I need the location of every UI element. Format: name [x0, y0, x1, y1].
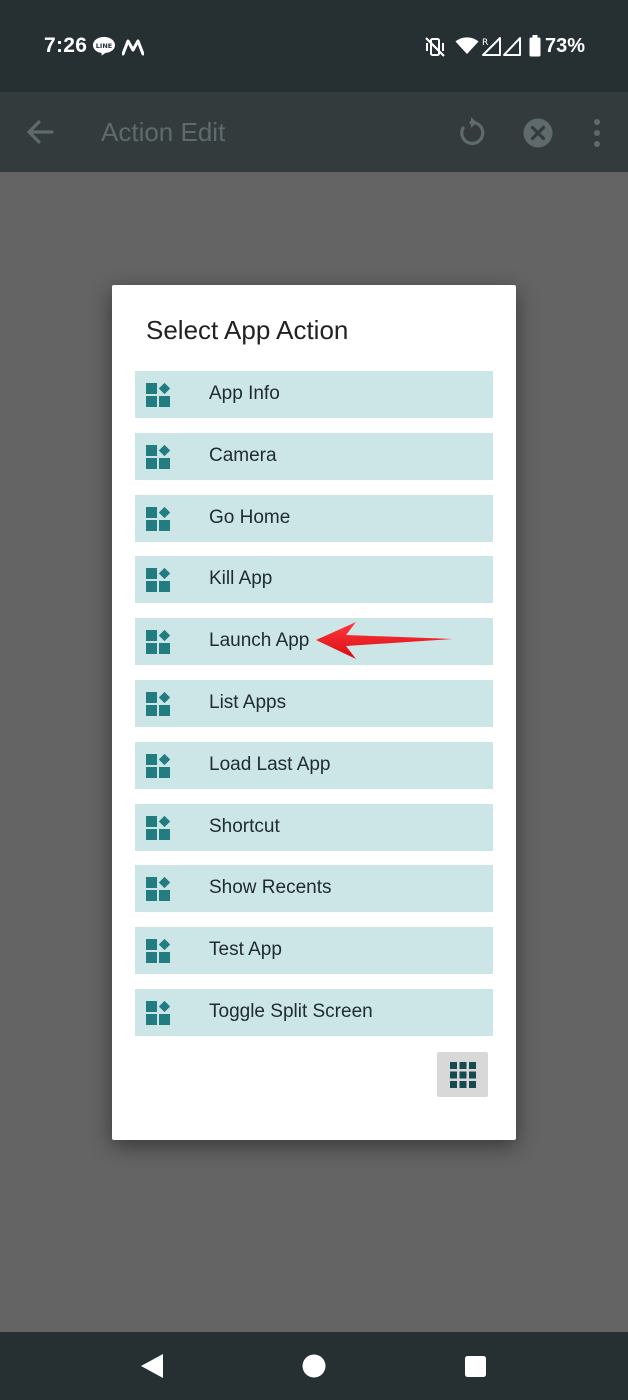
action-item-list-apps[interactable]: List Apps: [135, 679, 493, 727]
grid-icon: [449, 1061, 476, 1088]
action-item-test-app[interactable]: Test App: [135, 927, 493, 975]
status-bar: 7:26 LINE R 73%: [0, 0, 628, 92]
widgets-icon: [146, 753, 171, 778]
app-title: Action Edit: [101, 117, 226, 147]
more-vert-icon[interactable]: [588, 116, 606, 150]
action-label: Toggle Split Screen: [209, 1000, 373, 1022]
back-arrow-icon[interactable]: [22, 114, 58, 150]
svg-text:LINE: LINE: [96, 42, 112, 50]
widgets-icon: [146, 568, 171, 593]
dialog-title: Select App Action: [146, 315, 349, 345]
vibrate-mute-icon: [425, 37, 445, 57]
signal-icon: [503, 37, 521, 56]
action-label: Shortcut: [209, 815, 280, 837]
widgets-icon: [146, 444, 171, 469]
widgets-icon: [146, 630, 171, 655]
nav-recents-icon[interactable]: [465, 1356, 486, 1377]
widgets-icon: [146, 939, 171, 964]
action-label: Camera: [209, 444, 277, 466]
m-app-icon: [122, 39, 144, 56]
wifi-icon: [455, 37, 479, 54]
action-label: Test App: [209, 939, 282, 961]
action-label: Load Last App: [209, 753, 331, 775]
widgets-icon: [146, 815, 171, 840]
nav-back-icon[interactable]: [140, 1353, 164, 1379]
action-item-camera[interactable]: Camera: [135, 432, 493, 480]
action-item-shortcut[interactable]: Shortcut: [135, 803, 493, 851]
action-item-load-last-app[interactable]: Load Last App: [135, 741, 493, 789]
action-label: Kill App: [209, 568, 273, 590]
reset-icon[interactable]: [454, 116, 488, 150]
battery-icon: [529, 35, 541, 57]
app-bar: Action Edit: [0, 92, 628, 172]
widgets-icon: [146, 382, 171, 407]
action-label: Go Home: [209, 506, 291, 528]
action-label: Show Recents: [209, 877, 332, 899]
action-item-app-info[interactable]: App Info: [135, 371, 493, 418]
battery-percent: 73%: [545, 35, 586, 57]
action-label: List Apps: [209, 691, 287, 713]
select-app-action-dialog: Select App Action App Info Camera Go Hom…: [112, 285, 516, 1140]
action-item-kill-app[interactable]: Kill App: [135, 556, 493, 604]
action-label: App Info: [209, 383, 280, 404]
widgets-icon: [146, 506, 171, 531]
action-item-show-recents[interactable]: Show Recents: [135, 865, 493, 913]
status-time: 7:26: [44, 34, 88, 57]
close-circle-icon[interactable]: [521, 116, 555, 150]
action-label: Launch App: [209, 630, 310, 652]
grid-view-button[interactable]: [437, 1052, 488, 1097]
action-item-toggle-split-screen[interactable]: Toggle Split Screen: [135, 988, 493, 1036]
signal-icon: R: [482, 37, 501, 56]
action-item-go-home[interactable]: Go Home: [135, 494, 493, 542]
navigation-bar: [0, 1332, 628, 1400]
nav-home-icon[interactable]: [302, 1354, 326, 1378]
roaming-indicator: R: [482, 38, 488, 48]
line-app-icon: LINE: [93, 37, 115, 56]
widgets-icon: [146, 1000, 171, 1025]
action-item-launch-app[interactable]: Launch App: [135, 618, 493, 666]
widgets-icon: [146, 877, 171, 902]
action-list: App Info Camera Go Home Kill App Launch …: [135, 371, 493, 1051]
widgets-icon: [146, 691, 171, 716]
